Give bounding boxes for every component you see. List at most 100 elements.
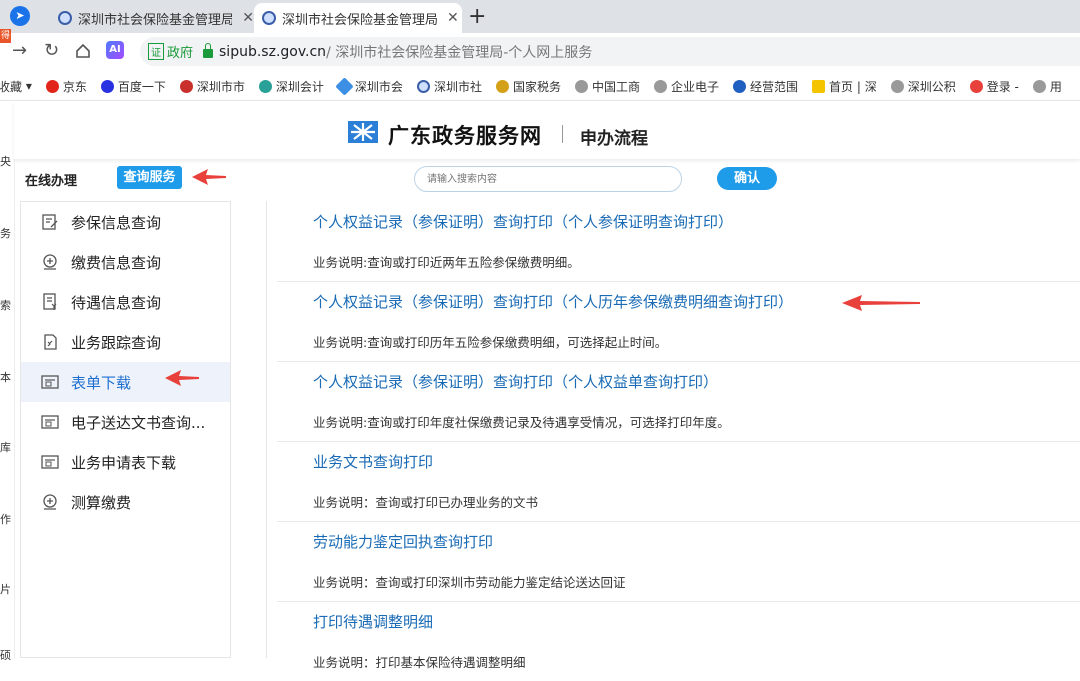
service-description: 业务说明:查询或打印历年五险参保缴费明细，可选择起止时间。 <box>313 335 668 350</box>
red-annotation-arrow-icon <box>165 370 199 386</box>
browser-tab-strip: ➤ 深圳市社会保险基金管理局- ✕ 深圳市社会保险基金管理局- ✕ + <box>0 0 1080 33</box>
left-truncated-nav: 央 务 索 本 库 作 片 硕 <box>0 101 15 662</box>
gov-label: 政府 <box>167 46 194 61</box>
service-description: 业务说明:查询或打印年度社保缴费记录及待遇享受情况，可选择打印年度。 <box>313 415 730 430</box>
form-download-icon <box>41 375 59 389</box>
menu-item-application-forms[interactable]: 业务申请表下载 <box>21 442 230 482</box>
truncated-nav-char[interactable]: 硕 <box>0 647 11 663</box>
truncated-nav-char[interactable]: 作 <box>0 511 11 527</box>
menu-item-tracking[interactable]: 业务跟踪查询 <box>21 322 230 362</box>
bookmark-item[interactable]: 深圳会计 <box>258 78 324 95</box>
close-tab-icon[interactable]: ✕ <box>447 10 459 26</box>
menu-item-label: 测算缴费 <box>71 493 132 512</box>
service-title-link[interactable]: 打印待遇调整明细 <box>313 611 433 632</box>
bookmark-item[interactable]: 登录 - <box>969 78 1019 95</box>
truncated-nav-char[interactable]: 片 <box>0 581 11 597</box>
bookmark-item[interactable]: 深圳市会 <box>335 76 403 96</box>
close-tab-icon[interactable]: ✕ <box>242 10 254 26</box>
search-input[interactable] <box>414 166 682 192</box>
menu-item-label: 业务申请表下载 <box>71 453 177 472</box>
home-icon[interactable] <box>75 43 91 59</box>
forward-arrow-icon[interactable]: → <box>12 40 27 61</box>
menu-item-label: 业务跟踪查询 <box>71 333 162 352</box>
site-header: 广东政务服务网 申办流程 <box>14 101 1080 159</box>
truncated-nav-char[interactable]: 务 <box>0 225 11 241</box>
service-list: 个人权益记录（参保证明）查询打印（个人参保证明查询打印） 业务说明:查询或打印近… <box>266 201 1080 670</box>
site-name[interactable]: 广东政务服务网 <box>388 120 542 150</box>
bookmark-item[interactable]: 企业电子 <box>653 78 719 95</box>
service-title-link[interactable]: 劳动能力鉴定回执查询打印 <box>313 531 493 552</box>
truncated-nav-char[interactable]: 央 <box>0 153 11 169</box>
service-title-link[interactable]: 业务文书查询打印 <box>313 451 433 472</box>
document-yen-icon <box>43 293 57 310</box>
form-download-icon <box>41 455 59 469</box>
service-item: 个人权益记录（参保证明）查询打印（个人参保证明查询打印） 业务说明:查询或打印近… <box>277 201 1080 282</box>
bookmark-item[interactable]: 用 <box>1032 78 1062 95</box>
service-item: 劳动能力鉴定回执查询打印 业务说明：查询或打印深圳市劳动能力鉴定结论送达回证 <box>277 521 1080 602</box>
bookmark-item[interactable]: 百度一下 <box>100 78 166 95</box>
ai-assistant-icon[interactable]: AI <box>106 41 124 59</box>
bookmarks-bar: 收藏 ▾ 京东 百度一下 深圳市市 深圳会计 深圳市会 深圳市社 国家税务 中国… <box>0 72 1080 100</box>
gov-cert-icon: 证 <box>148 43 164 60</box>
address-bar[interactable]: 证 政府 sipub.sz.gov.cn / 深圳市社会保险基金管理局-个人网上… <box>140 37 1080 66</box>
query-service-button[interactable]: 查询服务 <box>117 166 182 189</box>
gov-site-badge: 证 政府 <box>148 42 193 61</box>
service-title-link[interactable]: 个人权益记录（参保证明）查询打印（个人参保证明查询打印） <box>313 211 733 232</box>
menu-item-e-documents[interactable]: 电子送达文书查询... <box>21 402 230 442</box>
truncated-nav-char[interactable]: 本 <box>0 369 11 385</box>
url-host: sipub.sz.gov.cn <box>219 43 327 60</box>
menu-item-label: 待遇信息查询 <box>71 293 162 312</box>
service-title-link[interactable]: 个人权益记录（参保证明）查询打印（个人历年参保缴费明细查询打印） <box>313 291 793 312</box>
menu-item-insurance-info[interactable]: 参保信息查询 <box>21 202 230 242</box>
confirm-button[interactable]: 确认 <box>717 167 777 190</box>
url-page-title: / 深圳市社会保险基金管理局-个人网上服务 <box>326 44 593 61</box>
menu-item-label: 缴费信息查询 <box>71 253 162 272</box>
side-menu: 参保信息查询 缴费信息查询 待遇信息查询 业务跟踪查询 表单下载 电子送达文书查… <box>20 201 231 658</box>
truncated-nav-char[interactable]: 索 <box>0 297 11 313</box>
tracking-doc-icon <box>44 334 57 350</box>
bookmark-item[interactable]: 国家税务 <box>495 78 561 95</box>
site-logo-icon[interactable] <box>348 121 378 143</box>
menu-item-payment-info[interactable]: 缴费信息查询 <box>21 242 230 282</box>
truncated-nav-char[interactable]: 库 <box>0 439 11 455</box>
new-tab-plus-icon[interactable]: + <box>468 4 486 29</box>
service-item: 业务文书查询打印 业务说明：查询或打印已办理业务的文书 <box>277 441 1080 522</box>
header-divider <box>562 125 563 143</box>
menu-item-benefit-info[interactable]: 待遇信息查询 <box>21 282 230 322</box>
lock-icon[interactable] <box>203 43 214 58</box>
red-annotation-arrow-icon <box>192 169 226 185</box>
bookmark-item[interactable]: 深圳公积 <box>890 78 956 95</box>
service-item: 个人权益记录（参保证明）查询打印（个人历年参保缴费明细查询打印） 业务说明:查询… <box>277 281 1080 362</box>
browser-toolbar: 得 → ↻ AI 证 政府 sipub.sz.gov.cn / 深圳市社会保险基… <box>0 29 1080 70</box>
browser-tab-2-active[interactable]: 深圳市社会保险基金管理局- ✕ <box>254 3 462 33</box>
service-item: 个人权益记录（参保证明）查询打印（个人权益单查询打印） 业务说明:查询或打印年度… <box>277 361 1080 442</box>
online-handling-label: 在线办理 <box>25 174 78 189</box>
site-favicon-icon <box>262 11 276 25</box>
service-item: 打印待遇调整明细 业务说明：打印基本保险待遇调整明细 <box>277 601 1080 681</box>
form-edit-icon <box>42 214 58 230</box>
reload-icon[interactable]: ↻ <box>44 40 59 61</box>
service-description: 业务说明：查询或打印已办理业务的文书 <box>313 495 539 510</box>
bookmark-item[interactable]: 深圳市社 <box>416 78 482 95</box>
payment-icon <box>43 254 57 270</box>
menu-item-label: 表单下载 <box>71 373 132 392</box>
bookmark-favorites[interactable]: 收藏 ▾ <box>0 78 32 95</box>
notification-badge: 得 <box>0 29 11 43</box>
service-title-link[interactable]: 个人权益记录（参保证明）查询打印（个人权益单查询打印） <box>313 371 718 392</box>
menu-item-fee-calculation[interactable]: 测算缴费 <box>21 482 230 522</box>
bookmark-item[interactable]: 深圳市市 <box>179 78 245 95</box>
bookmark-item[interactable]: 中国工商 <box>574 78 640 95</box>
browser-nav-icon[interactable]: ➤ <box>10 6 30 26</box>
form-download-icon <box>41 415 59 429</box>
menu-item-label: 电子送达文书查询... <box>71 413 206 432</box>
tab-title: 深圳市社会保险基金管理局- <box>282 12 437 28</box>
bookmark-item[interactable]: 京东 <box>45 78 87 95</box>
browser-tab-1[interactable]: 深圳市社会保险基金管理局- ✕ <box>52 3 254 33</box>
menu-item-label: 参保信息查询 <box>71 213 162 232</box>
page-subtitle: 申办流程 <box>580 129 648 149</box>
bookmark-item[interactable]: 经营范围 <box>733 78 798 95</box>
service-description: 业务说明:查询或打印近两年五险参保缴费明细。 <box>313 255 580 270</box>
red-annotation-arrow-icon <box>842 295 920 311</box>
bookmark-item[interactable]: 首页 | 深 <box>812 78 877 95</box>
service-description: 业务说明：打印基本保险待遇调整明细 <box>313 655 526 670</box>
